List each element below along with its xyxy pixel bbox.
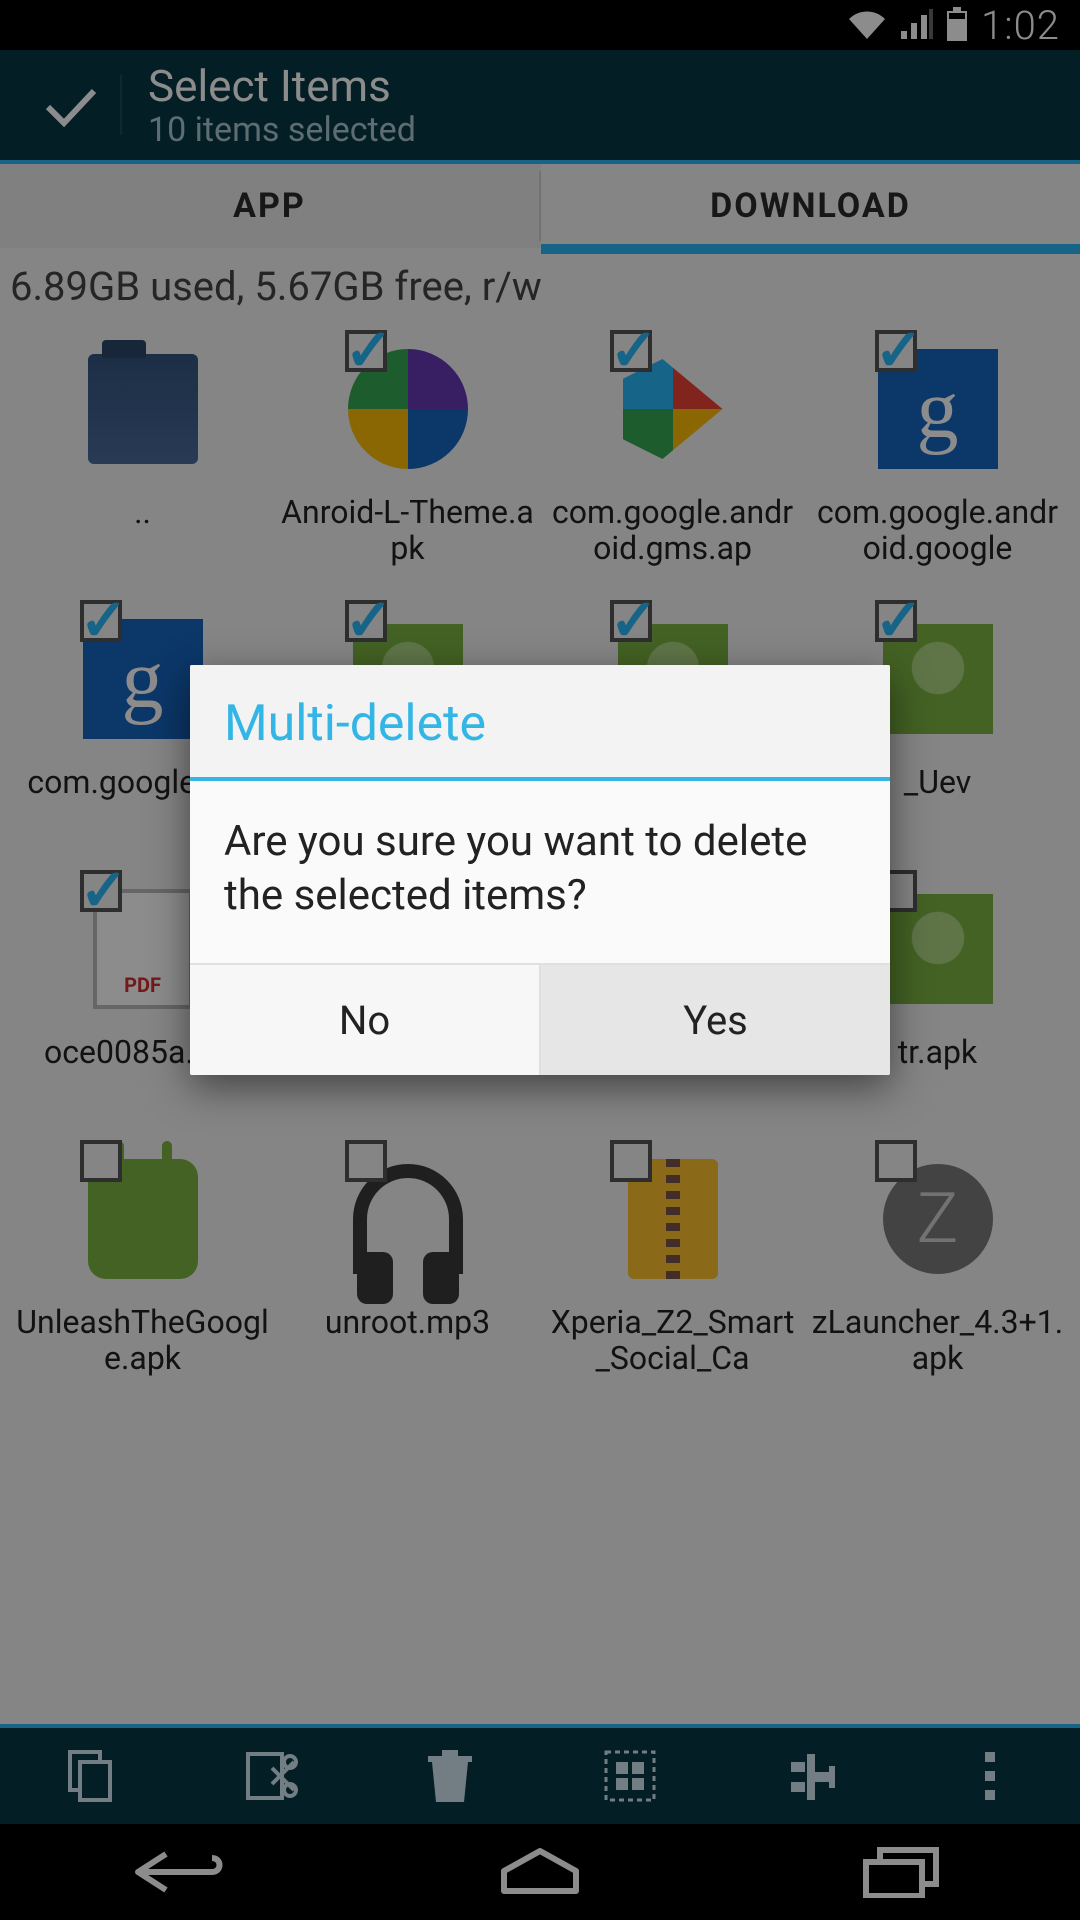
multi-delete-dialog: Multi-delete Are you sure you want to de…	[190, 665, 890, 1075]
dialog-title: Multi-delete	[190, 665, 890, 777]
dialog-message: Are you sure you want to delete the sele…	[190, 781, 890, 963]
dialog-layer: Multi-delete Are you sure you want to de…	[0, 0, 1080, 1920]
dialog-yes-button[interactable]: Yes	[539, 965, 890, 1075]
dialog-actions: No Yes	[190, 963, 890, 1075]
dialog-no-button[interactable]: No	[190, 965, 539, 1075]
